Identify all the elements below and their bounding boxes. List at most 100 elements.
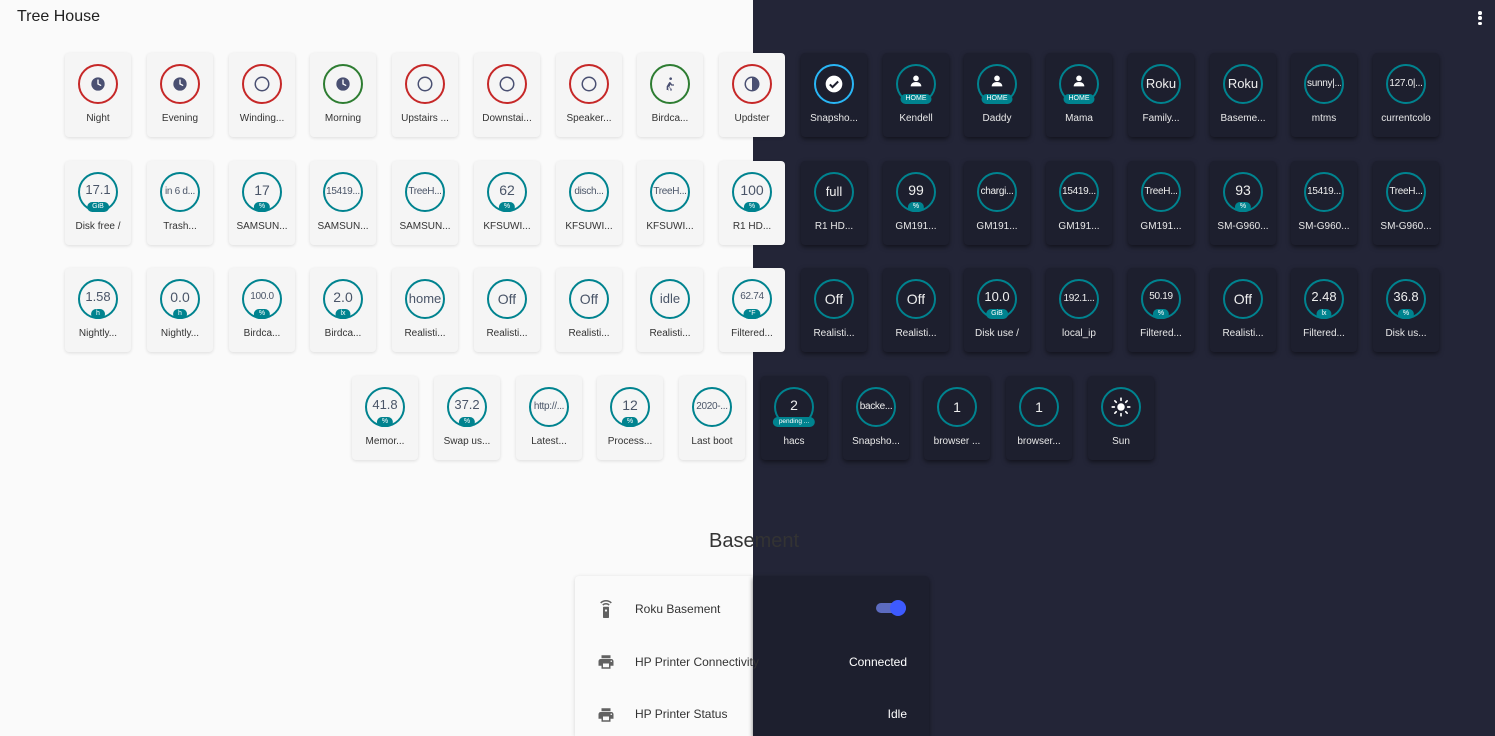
state-badge[interactable]: 1.58 h Nightly... (65, 268, 131, 352)
state-badge[interactable]: 17.1 GiB Disk free / (65, 161, 131, 245)
dots-vertical-icon[interactable] (1474, 9, 1486, 27)
badge-label: SM-G960... (1217, 221, 1269, 232)
state-badge[interactable]: Off Realisti... (801, 268, 867, 352)
state-badge[interactable]: 1 browser... (1006, 376, 1072, 460)
state-badge[interactable]: HOME Mama (1046, 53, 1112, 137)
badge-label: SAMSUN... (317, 221, 369, 232)
state-badge[interactable]: Off Realisti... (556, 268, 622, 352)
badge-label: KFSUWI... (646, 221, 694, 232)
state-badge[interactable]: Snapsho... (801, 53, 867, 137)
state-badge[interactable]: Morning (310, 53, 376, 137)
state-badge[interactable]: 17% SAMSUN... (229, 161, 295, 245)
state-badge[interactable]: Downstai... (474, 53, 540, 137)
badge-ring: 37.2% (447, 387, 487, 427)
state-badge[interactable]: 192.1... local_ip (1046, 268, 1112, 352)
state-badge[interactable]: 93% SM-G960... (1210, 161, 1276, 245)
badge-ring: 15419... (1304, 172, 1344, 212)
roku-basement-toggle[interactable] (874, 600, 908, 616)
state-badge[interactable]: 15419... GM191... (1046, 161, 1112, 245)
state-badge[interactable]: 100% R1 HD... (719, 161, 785, 245)
badge-ring: TreeH... (1386, 172, 1426, 212)
state-badge[interactable]: 15419... SM-G960... (1291, 161, 1357, 245)
badge-value: 15419... (326, 186, 360, 197)
state-badge[interactable]: 12% Process... (597, 376, 663, 460)
badge-ring: 36.8% (1386, 279, 1426, 319)
state-badge[interactable]: Off Realisti... (474, 268, 540, 352)
state-badge[interactable]: Roku Baseme... (1210, 53, 1276, 137)
state-badge[interactable]: full R1 HD... (801, 161, 867, 245)
badge-ring: 127.0|... (1386, 64, 1426, 104)
state-badge[interactable]: TreeH... SAMSUN... (392, 161, 458, 245)
state-badge[interactable]: home Realisti... (392, 268, 458, 352)
state-badge[interactable]: 10.0 GiB Disk use / (964, 268, 1030, 352)
state-badge[interactable]: Evening (147, 53, 213, 137)
badge-unit: GiB (87, 202, 109, 212)
state-badge[interactable]: 62.74 °F Filtered... (719, 268, 785, 352)
state-badge[interactable]: 127.0|... currentcolo (1373, 53, 1439, 137)
badge-ring: idle (650, 279, 690, 319)
state-badge[interactable]: 15419... SAMSUN... (310, 161, 376, 245)
badge-ring: chargi... (977, 172, 1017, 212)
badge-label: Night (86, 113, 110, 124)
state-badge[interactable]: idle Realisti... (637, 268, 703, 352)
state-badge[interactable]: Roku Family... (1128, 53, 1194, 137)
badge-label: Snapsho... (852, 436, 900, 447)
badge-label: SM-G960... (1380, 221, 1432, 232)
state-badge[interactable]: Off Realisti... (1210, 268, 1276, 352)
badge-ring: backe... (856, 387, 896, 427)
state-badge[interactable]: Winding... (229, 53, 295, 137)
state-badge[interactable]: 37.2% Swap us... (434, 376, 500, 460)
state-badge[interactable]: Sun (1088, 376, 1154, 460)
state-badge[interactable]: TreeH... SM-G960... (1373, 161, 1439, 245)
state-badge[interactable]: in 6 d... Trash... (147, 161, 213, 245)
state-badge[interactable]: 2.48 lx Filtered... (1291, 268, 1357, 352)
state-badge[interactable]: 2020-... Last boot (679, 376, 745, 460)
state-badge[interactable]: Night (65, 53, 131, 137)
state-badge[interactable]: 2 pending ... hacs (761, 376, 827, 460)
state-badge[interactable]: disch... KFSUWI... (556, 161, 622, 245)
badge-label: Updster (734, 113, 770, 124)
state-badge[interactable]: 36.8% Disk us... (1373, 268, 1439, 352)
state-badge[interactable]: TreeH... GM191... (1128, 161, 1194, 245)
state-badge[interactable]: Updster (719, 53, 785, 137)
state-badge[interactable]: TreeH... KFSUWI... (637, 161, 703, 245)
badge-label: Sun (1112, 436, 1130, 447)
state-badge[interactable]: 99% GM191... (883, 161, 949, 245)
state-badge[interactable]: Speaker... (556, 53, 622, 137)
state-badge[interactable]: chargi... GM191... (964, 161, 1030, 245)
badge-value: 50.19 (1149, 291, 1173, 302)
state-badge[interactable]: 62% KFSUWI... (474, 161, 540, 245)
state-badge[interactable]: backe... Snapsho... (843, 376, 909, 460)
badge-label: Filtered... (1140, 328, 1182, 339)
badge-unit: % (253, 202, 271, 212)
state-badge[interactable]: 2.0 lx Birdca... (310, 268, 376, 352)
badge-value: TreeH... (653, 186, 687, 197)
state-badge[interactable]: 0.0 h Nightly... (147, 268, 213, 352)
state-badge[interactable]: HOME Daddy (964, 53, 1030, 137)
badge-unit: h (91, 309, 105, 319)
state-badge[interactable]: 50.19% Filtered... (1128, 268, 1194, 352)
badge-ring: 10.0 GiB (977, 279, 1017, 319)
state-badge[interactable]: 1 browser ... (924, 376, 990, 460)
badge-ring: 1 (937, 387, 977, 427)
badge-value: Off (1233, 291, 1253, 307)
state-badge[interactable]: Upstairs ... (392, 53, 458, 137)
state-badge[interactable]: 100.0% Birdca... (229, 268, 295, 352)
state-badge[interactable]: Birdca... (637, 53, 703, 137)
state-badge[interactable]: HOME Kendell (883, 53, 949, 137)
state-badge[interactable]: sunny|... mtms (1291, 53, 1357, 137)
badge-ring: 15419... (1059, 172, 1099, 212)
badge-label: SAMSUN... (236, 221, 288, 232)
remote-icon (600, 600, 612, 618)
badge-value: 62.74 (740, 291, 764, 302)
badge-value: Off (579, 291, 599, 307)
badge-value: 37.2 (454, 397, 480, 412)
badge-label: Birdca... (324, 328, 362, 339)
state-badge[interactable]: 41.8% Memor... (352, 376, 418, 460)
badge-label: Nightly... (78, 328, 118, 339)
badge-ring: 99% (896, 172, 936, 212)
badge-label: KFSUWI... (483, 221, 531, 232)
badge-value: disch... (574, 186, 604, 197)
state-badge[interactable]: Off Realisti... (883, 268, 949, 352)
state-badge[interactable]: http://... Latest... (516, 376, 582, 460)
